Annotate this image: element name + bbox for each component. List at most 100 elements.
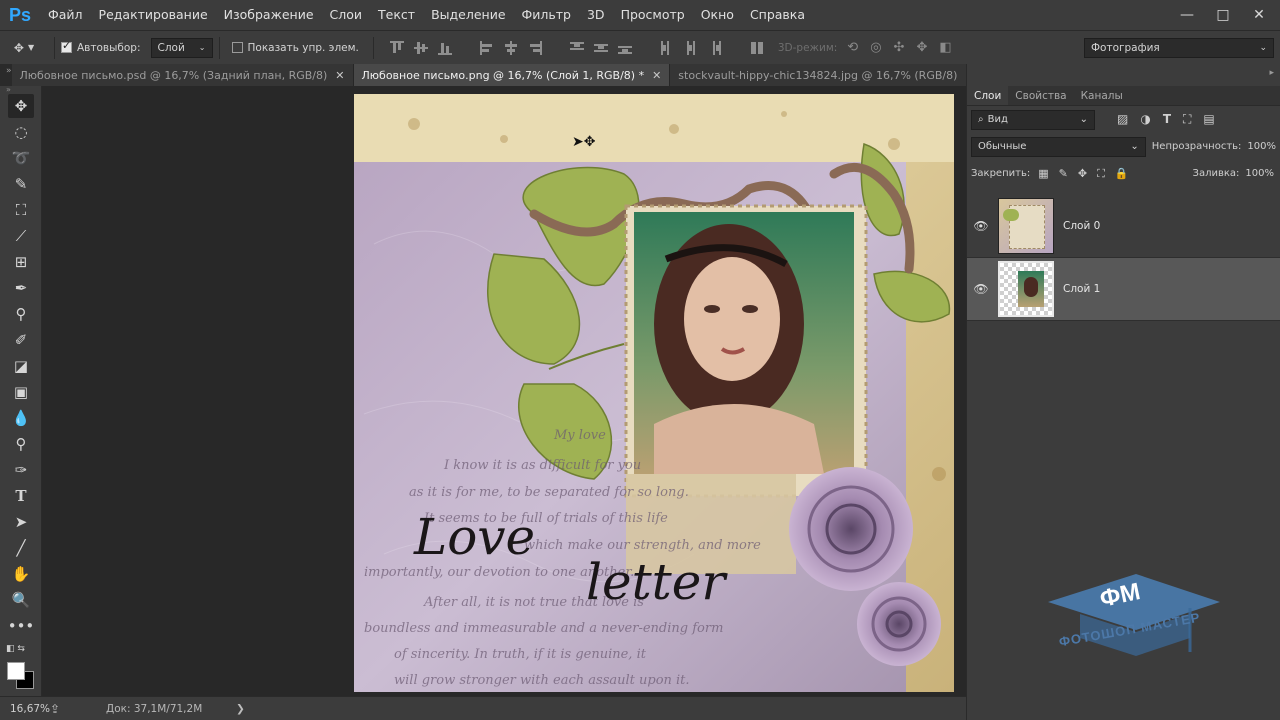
lock-paint-icon[interactable]: ✎	[1059, 167, 1068, 181]
marquee-tool-icon[interactable]: ◌	[8, 120, 34, 144]
hand-tool-icon[interactable]: ✋	[8, 562, 34, 586]
align-bottom-icon[interactable]	[437, 41, 452, 55]
tab-layers[interactable]: Слои	[967, 86, 1009, 105]
menu-image[interactable]: Изображение	[216, 0, 322, 30]
healing-tool-icon[interactable]: ⊞	[8, 250, 34, 274]
autoselect-checkbox[interactable]	[61, 39, 72, 53]
eye-icon[interactable]: 👁	[967, 219, 995, 233]
crop-tool-icon[interactable]: ⛶	[8, 198, 34, 222]
chevron-right-icon[interactable]: ❯	[236, 703, 245, 715]
smart-object-filter-icon[interactable]: ▤	[1203, 112, 1214, 127]
align-hcenter-icon[interactable]	[504, 40, 518, 55]
layer-filter-select[interactable]: ⌕ Вид ⌄	[971, 109, 1095, 130]
image-filter-icon[interactable]: ▨	[1117, 112, 1128, 127]
menu-help[interactable]: Справка	[742, 0, 813, 30]
close-button[interactable]: ✕	[1246, 4, 1272, 26]
brush-tool-icon[interactable]: ✒	[8, 276, 34, 300]
autoselect-target-select[interactable]: Слой ⌄	[150, 37, 213, 58]
tab-properties[interactable]: Свойства	[1008, 86, 1073, 105]
align-right-icon[interactable]	[528, 40, 542, 55]
blur-tool-icon[interactable]: 💧	[8, 406, 34, 430]
lock-position-icon[interactable]: ✥	[1078, 167, 1087, 181]
lock-pixels-icon[interactable]: ▦	[1038, 167, 1048, 181]
blend-mode-select[interactable]: Обычные ⌄	[971, 136, 1146, 157]
menu-3d[interactable]: 3D	[579, 0, 613, 30]
path-select-tool-icon[interactable]: ➤	[8, 510, 34, 534]
distribute-bottom-icon[interactable]	[617, 41, 632, 55]
show-transform-checkbox[interactable]	[231, 42, 243, 53]
zoom-level[interactable]: 16,67%	[4, 703, 50, 715]
opacity-value[interactable]: 100%	[1247, 141, 1276, 152]
menu-file[interactable]: Файл	[40, 0, 91, 30]
shape-filter-icon[interactable]: ⛶	[1183, 112, 1191, 127]
pan-3d-icon[interactable]: ✣	[894, 40, 905, 55]
tab-document-jpg[interactable]: stockvault-hippy-chic134824.jpg @ 16,7% …	[670, 64, 984, 86]
document-canvas[interactable]: My love I know it is as difficult for yo…	[354, 94, 954, 692]
distribute-right-icon[interactable]	[708, 40, 722, 55]
distribute-hcenter-icon[interactable]	[684, 40, 698, 55]
more-tools-icon[interactable]: •••	[8, 614, 35, 638]
align-left-icon[interactable]	[479, 40, 494, 55]
menu-layers[interactable]: Слои	[322, 0, 371, 30]
eyedropper-tool-icon[interactable]: ⟋	[8, 224, 34, 248]
layer-name[interactable]: Слой 0	[1063, 220, 1100, 232]
tab-document-psd[interactable]: Любовное письмо.psd @ 16,7% (Задний план…	[11, 64, 354, 86]
collapse-icon[interactable]: ▸	[1269, 68, 1274, 78]
tool-preset-picker[interactable]: ✥ ▼	[0, 31, 48, 65]
layer-row[interactable]: 👁 Слой 0	[967, 195, 1280, 258]
camera-3d-icon[interactable]: ◧	[939, 40, 951, 55]
menu-view[interactable]: Просмотр	[613, 0, 693, 30]
close-icon[interactable]: ✕	[652, 69, 661, 82]
tab-document-png[interactable]: Любовное письмо.png @ 16,7% (Слой 1, RGB…	[353, 64, 671, 86]
lock-all-icon[interactable]: 🔒	[1115, 167, 1129, 181]
distribute-left-icon[interactable]	[660, 40, 674, 55]
fotoshop-master-watermark: ФМ ФОТОШОП МАСТЕР	[1040, 572, 1230, 668]
swap-colors-icon[interactable]: ◧ ⇆	[6, 644, 25, 654]
minimize-button[interactable]: —	[1174, 4, 1200, 26]
orbit-3d-icon[interactable]: ⟲	[847, 40, 858, 55]
workspace-select[interactable]: Фотография ⌄	[1084, 38, 1274, 58]
history-brush-tool-icon[interactable]: ✐	[8, 328, 34, 352]
align-vcenter-icon[interactable]	[413, 41, 428, 55]
menu-window[interactable]: Окно	[693, 0, 742, 30]
lasso-tool-icon[interactable]: ➰	[8, 146, 34, 170]
tab-channels[interactable]: Каналы	[1074, 86, 1130, 105]
stamp-tool-icon[interactable]: ⚲	[8, 302, 34, 326]
auto-align-icon[interactable]	[750, 41, 764, 55]
foreground-color-swatch[interactable]	[7, 662, 25, 680]
eye-icon[interactable]: 👁	[967, 282, 995, 296]
dodge-tool-icon[interactable]: ⚲	[8, 432, 34, 456]
distribute-vcenter-icon[interactable]	[593, 41, 608, 55]
slide-3d-icon[interactable]: ✥	[916, 40, 927, 55]
line-tool-icon[interactable]: ╱	[8, 536, 34, 560]
menu-type[interactable]: Текст	[370, 0, 423, 30]
eraser-tool-icon[interactable]: ◪	[8, 354, 34, 378]
adjustment-filter-icon[interactable]: ◑	[1140, 112, 1150, 127]
workspace-value: Фотография	[1091, 42, 1160, 54]
type-filter-icon[interactable]: T	[1163, 112, 1171, 127]
move-tool-icon[interactable]: ✥	[8, 94, 34, 118]
maximize-button[interactable]: □	[1210, 4, 1236, 26]
layer-name[interactable]: Слой 1	[1063, 283, 1100, 295]
pen-tool-icon[interactable]: ✑	[8, 458, 34, 482]
fill-value[interactable]: 100%	[1245, 168, 1274, 179]
zoom-tool-icon[interactable]: 🔍	[8, 588, 34, 612]
menu-select[interactable]: Выделение	[423, 0, 513, 30]
menu-filter[interactable]: Фильтр	[514, 0, 579, 30]
align-top-icon[interactable]	[389, 40, 404, 55]
menu-edit[interactable]: Редактирование	[91, 0, 216, 30]
roll-3d-icon[interactable]: ◎	[870, 40, 881, 55]
canvas-area[interactable]: My love I know it is as difficult for yo…	[43, 86, 966, 696]
quick-select-tool-icon[interactable]: ✎	[8, 172, 34, 196]
layer-thumbnail	[998, 198, 1054, 254]
collapse-icon[interactable]: »	[0, 86, 41, 94]
type-tool-icon[interactable]: T	[8, 484, 34, 508]
close-icon[interactable]: ✕	[335, 69, 344, 82]
distribute-top-icon[interactable]	[569, 41, 584, 55]
lock-artboard-icon[interactable]: ⛶	[1097, 167, 1105, 181]
gradient-tool-icon[interactable]: ▣	[8, 380, 34, 404]
collapse-icon[interactable]: »	[0, 64, 12, 86]
layer-thumbnail	[998, 261, 1054, 317]
layer-row[interactable]: 👁 Слой 1	[967, 258, 1280, 321]
share-icon[interactable]: ⇪	[50, 702, 80, 716]
